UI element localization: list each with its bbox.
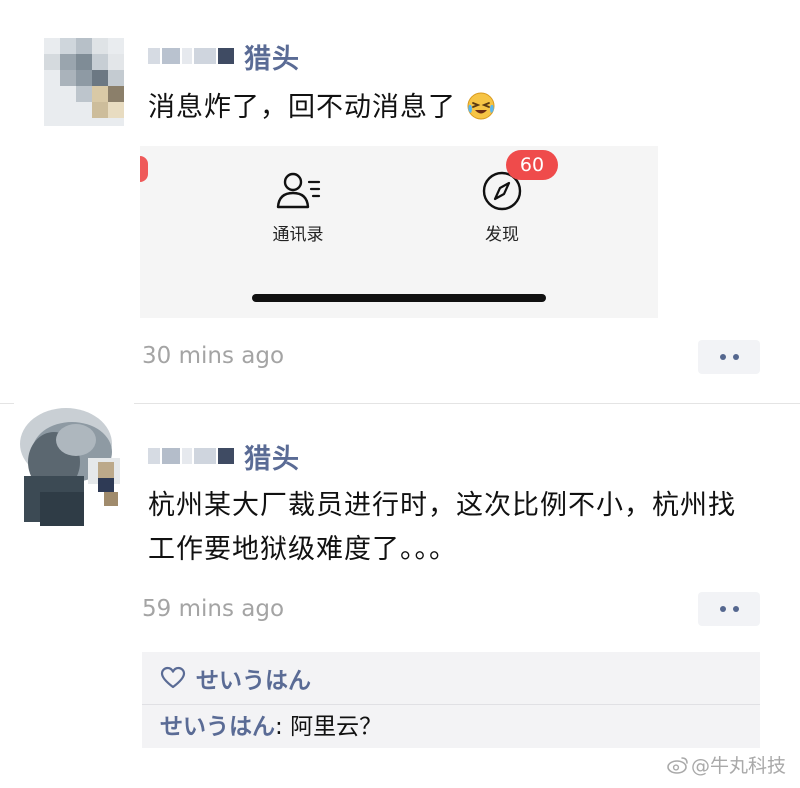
blurred-name-pixel — [148, 48, 160, 64]
laughing-crying-emoji — [467, 92, 495, 120]
tab-contacts: 通讯录 — [248, 170, 348, 245]
home-indicator — [252, 294, 546, 302]
weibo-icon — [667, 756, 688, 774]
tab-discover: 发现 — [452, 170, 552, 245]
comment-text: 阿里云？ — [290, 714, 383, 740]
notification-badge: 60 — [506, 150, 558, 180]
post-timestamp: 59 mins ago — [142, 596, 285, 622]
dot-icon — [719, 354, 726, 360]
dot-icon — [732, 606, 739, 612]
comment-author[interactable]: せいうはん — [160, 714, 275, 740]
blurred-name-pixel — [182, 48, 192, 64]
username[interactable]: 猎头 — [244, 437, 300, 476]
post-author[interactable]: 猎头 — [148, 37, 300, 76]
watermark-text: @牛丸科技 — [690, 755, 786, 777]
tab-label: 发现 — [485, 225, 519, 245]
tab-label: 通讯录 — [272, 225, 324, 245]
blurred-name-pixel — [148, 448, 160, 464]
avatar[interactable] — [44, 38, 124, 126]
avatar[interactable] — [14, 392, 134, 542]
dot-icon — [719, 606, 726, 612]
likes-row: せいうはん — [160, 660, 311, 696]
username[interactable]: 猎头 — [244, 37, 300, 76]
moment-post: 猎头 杭州某大厂裁员进行时，这次比例不小，杭州找工作要地狱级难度了。。。 59 … — [0, 392, 800, 788]
moments-feed: 猎头 消息炸了，回不动消息了 通讯录 发现 60 30 mins ago 猎头 … — [0, 0, 800, 788]
blurred-name-pixel — [194, 448, 216, 464]
blurred-name-pixel — [194, 48, 216, 64]
post-text: 消息炸了，回不动消息了 — [148, 92, 456, 123]
likes-comments-panel: せいうはん せいうはん: 阿里云？ — [142, 652, 760, 748]
blurred-name-pixel — [162, 448, 180, 464]
heart-icon — [160, 666, 186, 689]
embedded-screenshot[interactable]: 通讯录 发现 60 — [140, 146, 658, 318]
post-text: 杭州某大厂裁员进行时，这次比例不小，杭州找工作要地狱级难度了。。。 — [148, 490, 736, 565]
post-author[interactable]: 猎头 — [148, 437, 300, 476]
blurred-avatar-image — [14, 392, 134, 542]
comment[interactable]: せいうはん: 阿里云？ — [160, 710, 382, 744]
more-actions-button[interactable] — [698, 340, 760, 374]
comment-divider — [142, 704, 760, 705]
dot-icon — [732, 354, 739, 360]
blurred-name-pixel — [182, 448, 192, 464]
blurred-name-pixel — [162, 48, 180, 64]
red-badge-edge — [140, 156, 148, 182]
post-content: 消息炸了，回不动消息了 — [148, 86, 760, 130]
watermark: @牛丸科技 — [667, 751, 786, 778]
more-actions-button[interactable] — [698, 592, 760, 626]
blurred-name-pixel — [218, 48, 234, 64]
blurred-name-pixel — [218, 448, 234, 464]
moment-post: 猎头 消息炸了，回不动消息了 通讯录 发现 60 30 mins ago — [0, 0, 800, 400]
like-user-name[interactable]: せいうはん — [196, 661, 311, 695]
post-timestamp: 30 mins ago — [142, 343, 285, 369]
comment-separator: : — [275, 714, 291, 740]
contacts-icon — [276, 172, 321, 209]
